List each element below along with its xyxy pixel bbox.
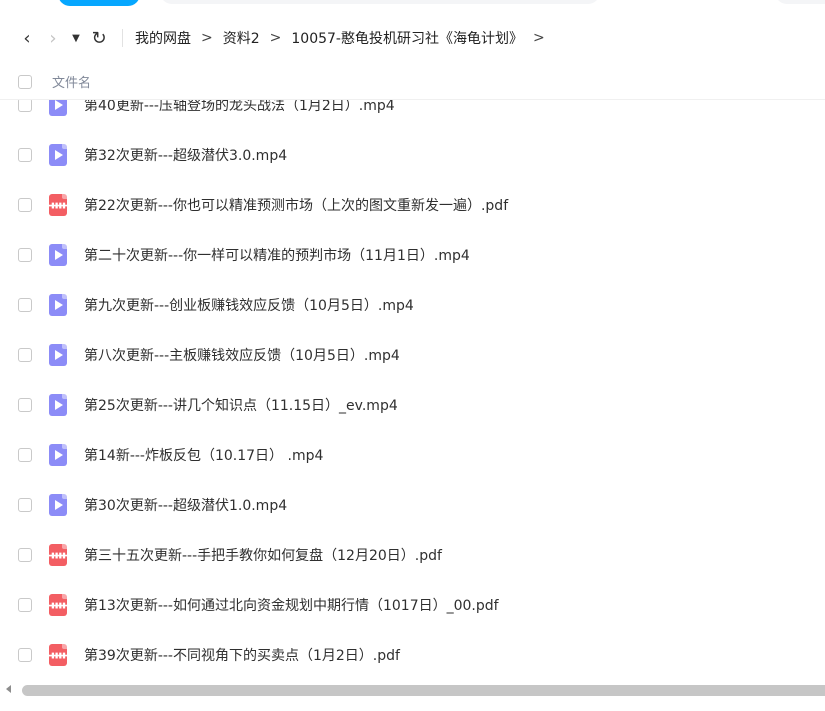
row-checkbox[interactable] <box>18 98 32 112</box>
file-name[interactable]: 第三十五次更新---手把手教你如何复盘（12月20日）.pdf <box>84 545 442 565</box>
refresh-button[interactable]: ↻ <box>86 18 112 58</box>
list-item[interactable]: 第二十次更新---你一样可以精准的预判市场（11月1日）.mp4 <box>0 230 825 280</box>
row-checkbox[interactable] <box>18 598 32 612</box>
navigation-bar: ‹ › ▼ ↻ 我的网盘 > 资料2 > 10057-憨龟投机研习社《海龟计划》… <box>0 18 825 58</box>
breadcrumb-separator: > <box>532 30 545 46</box>
video-file-icon <box>49 344 67 366</box>
row-checkbox[interactable] <box>18 298 32 312</box>
top-toolbar-strip <box>0 0 825 12</box>
list-item[interactable]: ᚓ 第22次更新---你也可以精准预测市场（上次的图文重新发一遍）.pdf <box>0 180 825 230</box>
breadcrumb-item-root[interactable]: 我的网盘 <box>135 28 191 48</box>
list-item[interactable]: 第九次更新---创业板赚钱效应反馈（10月5日）.mp4 <box>0 280 825 330</box>
select-all-checkbox[interactable] <box>18 74 32 89</box>
row-checkbox[interactable] <box>18 648 32 662</box>
list-header: 文件名 <box>0 64 825 100</box>
list-item[interactable]: 第八次更新---主板赚钱效应反馈（10月5日）.mp4 <box>0 330 825 380</box>
breadcrumb-separator: > <box>269 30 282 46</box>
pdf-file-icon: ᚓ <box>49 194 68 216</box>
list-item[interactable]: 第14新---炸板反包（10.17日） .mp4 <box>0 430 825 480</box>
primary-action-button[interactable] <box>58 0 140 6</box>
file-name[interactable]: 第22次更新---你也可以精准预测市场（上次的图文重新发一遍）.pdf <box>84 195 508 215</box>
file-name[interactable]: 第39次更新---不同视角下的买卖点（1月2日）.pdf <box>84 645 400 665</box>
file-name[interactable]: 第32次更新---超级潜伏3.0.mp4 <box>84 145 287 165</box>
row-checkbox[interactable] <box>18 498 32 512</box>
row-checkbox[interactable] <box>18 148 32 162</box>
row-checkbox[interactable] <box>18 448 32 462</box>
breadcrumb: 我的网盘 > 资料2 > 10057-憨龟投机研习社《海龟计划》 > <box>135 28 555 48</box>
video-file-icon <box>49 144 67 166</box>
pdf-file-icon: ᚓ <box>49 544 68 566</box>
list-item[interactable]: 第30次更新---超级潜伏1.0.mp4 <box>0 480 825 530</box>
horizontal-scrollbar[interactable] <box>0 680 825 700</box>
video-file-icon <box>49 444 67 466</box>
breadcrumb-separator: > <box>201 30 213 46</box>
refresh-icon: ↻ <box>91 27 107 49</box>
row-checkbox[interactable] <box>18 398 32 412</box>
scroll-left-icon[interactable] <box>6 685 11 693</box>
file-name[interactable]: 第30次更新---超级潜伏1.0.mp4 <box>84 495 287 515</box>
file-list: 第40更新---压轴登场的龙头战法（1月2日）.mp4 第32次更新---超级潜… <box>0 80 825 680</box>
file-name[interactable]: 第八次更新---主板赚钱效应反馈（10月5日）.mp4 <box>84 345 400 365</box>
list-item[interactable]: 第32次更新---超级潜伏3.0.mp4 <box>0 130 825 180</box>
video-file-icon <box>49 244 67 266</box>
list-item[interactable]: ᚓ 第三十五次更新---手把手教你如何复盘（12月20日）.pdf <box>0 530 825 580</box>
caret-down-icon: ▼ <box>72 32 80 44</box>
search-bar[interactable] <box>160 0 600 4</box>
scrollbar-thumb[interactable] <box>22 685 825 696</box>
file-name[interactable]: 第25次更新---讲几个知识点（11.15日）_ev.mp4 <box>84 395 398 415</box>
pdf-file-icon: ᚓ <box>49 644 68 666</box>
chevron-left-icon: ‹ <box>23 27 31 49</box>
video-file-icon <box>49 294 67 316</box>
column-header-name[interactable]: 文件名 <box>52 72 91 91</box>
forward-button[interactable]: › <box>40 18 66 58</box>
video-file-icon <box>49 494 67 516</box>
back-button[interactable]: ‹ <box>14 18 40 58</box>
top-right-control[interactable] <box>775 0 825 4</box>
list-item[interactable]: ᚓ 第13次更新---如何通过北向资金规划中期行情（1017日）_00.pdf <box>0 580 825 630</box>
row-checkbox[interactable] <box>18 548 32 562</box>
breadcrumb-item-folder[interactable]: 资料2 <box>223 28 260 48</box>
row-checkbox[interactable] <box>18 248 32 262</box>
list-item[interactable]: 第25次更新---讲几个知识点（11.15日）_ev.mp4 <box>0 380 825 430</box>
history-dropdown-button[interactable]: ▼ <box>66 18 86 58</box>
video-file-icon <box>49 394 67 416</box>
row-checkbox[interactable] <box>18 198 32 212</box>
file-name[interactable]: 第九次更新---创业板赚钱效应反馈（10月5日）.mp4 <box>84 295 414 315</box>
chevron-right-icon: › <box>49 27 57 49</box>
pdf-file-icon: ᚓ <box>49 594 68 616</box>
row-checkbox[interactable] <box>18 348 32 362</box>
file-name[interactable]: 第二十次更新---你一样可以精准的预判市场（11月1日）.mp4 <box>84 245 470 265</box>
file-name[interactable]: 第14新---炸板反包（10.17日） .mp4 <box>84 445 323 465</box>
file-name[interactable]: 第13次更新---如何通过北向资金规划中期行情（1017日）_00.pdf <box>84 595 499 615</box>
breadcrumb-item-current[interactable]: 10057-憨龟投机研习社《海龟计划》 <box>291 28 523 48</box>
list-item[interactable]: ᚓ 第39次更新---不同视角下的买卖点（1月2日）.pdf <box>0 630 825 680</box>
divider <box>122 29 123 47</box>
